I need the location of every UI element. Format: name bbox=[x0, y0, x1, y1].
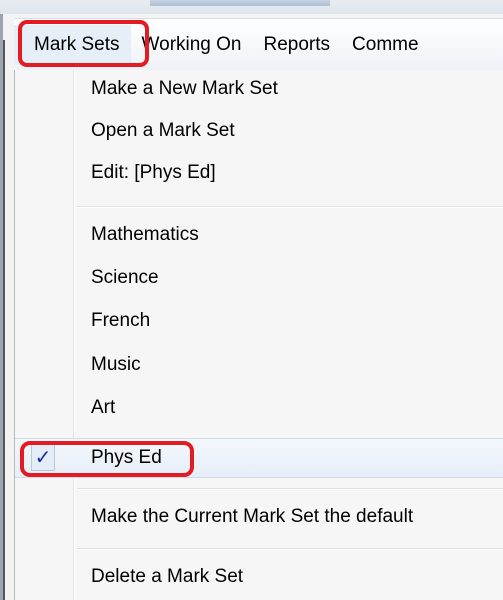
mark-sets-dropdown-menu: Make a New Mark Set Open a Mark Set Edit… bbox=[14, 70, 503, 600]
application-window: Mark Sets Working On Reports Comme Make … bbox=[0, 0, 503, 600]
menu-bar: Mark Sets Working On Reports Comme bbox=[14, 18, 503, 70]
menu-item-label: Make the Current Mark Set the default bbox=[91, 506, 414, 527]
menu-working-on[interactable]: Working On bbox=[131, 25, 253, 65]
menu-mark-sets[interactable]: Mark Sets bbox=[14, 24, 131, 65]
menu-item-label: Edit: [Phys Ed] bbox=[91, 162, 216, 183]
menu-separator bbox=[77, 548, 503, 550]
menu-item-art[interactable]: Art bbox=[15, 389, 503, 429]
menu-item-label: Open a Mark Set bbox=[91, 120, 235, 141]
menu-separator bbox=[77, 206, 503, 208]
menu-item-edit-mark-set[interactable]: Edit: [Phys Ed] bbox=[15, 154, 503, 194]
menu-item-french[interactable]: French bbox=[15, 302, 503, 342]
menu-item-phys-ed[interactable]: ✓ Phys Ed bbox=[15, 438, 503, 478]
title-bar-accent bbox=[150, 0, 330, 6]
menu-item-science[interactable]: Science bbox=[15, 259, 503, 299]
menu-item-delete-mark-set[interactable]: Delete a Mark Set bbox=[15, 558, 503, 598]
menu-reports[interactable]: Reports bbox=[253, 25, 342, 65]
menu-item-label: Science bbox=[91, 267, 159, 288]
menu-separator bbox=[77, 488, 503, 490]
menu-comments[interactable]: Comme bbox=[341, 25, 430, 65]
title-bar-strip bbox=[0, 0, 503, 14]
menu-item-label: Art bbox=[91, 397, 116, 418]
menu-item-label: Phys Ed bbox=[91, 447, 162, 468]
menu-item-music[interactable]: Music bbox=[15, 346, 503, 386]
menu-item-label: Make a New Mark Set bbox=[91, 78, 278, 99]
menu-item-open-mark-set[interactable]: Open a Mark Set bbox=[15, 112, 503, 152]
checkmark-icon: ✓ bbox=[31, 443, 55, 471]
menu-item-label: French bbox=[91, 310, 151, 331]
menu-item-make-default[interactable]: Make the Current Mark Set the default bbox=[15, 498, 503, 538]
menu-item-label: Mathematics bbox=[91, 224, 199, 245]
menu-item-label: Delete a Mark Set bbox=[91, 566, 244, 587]
menu-item-mathematics[interactable]: Mathematics bbox=[15, 216, 503, 256]
menu-item-new-mark-set[interactable]: Make a New Mark Set bbox=[15, 70, 503, 110]
window-left-shadow bbox=[3, 40, 5, 600]
menu-item-label: Music bbox=[91, 354, 141, 375]
